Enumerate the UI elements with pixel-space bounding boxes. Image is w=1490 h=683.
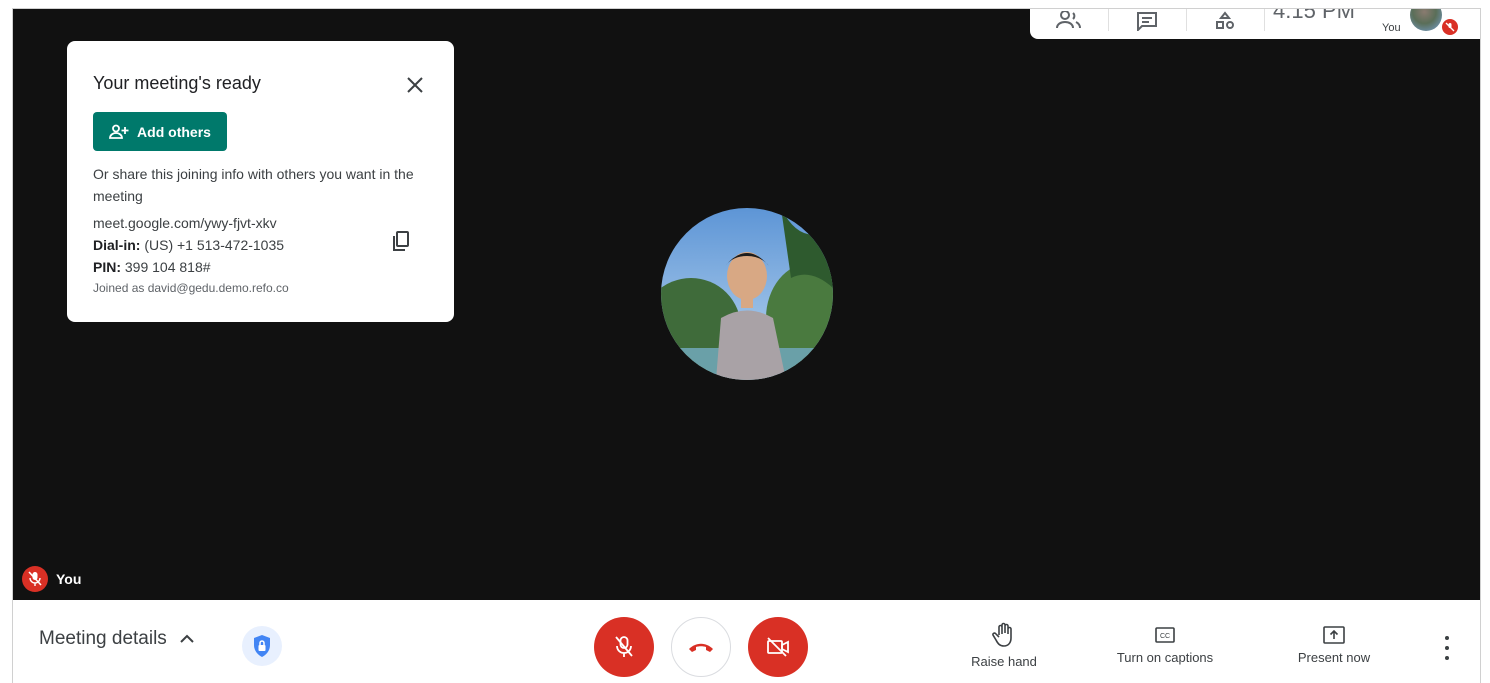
muted-indicator	[22, 566, 48, 592]
video-stage: 4:15 PM You Your meeting's ready Add oth…	[13, 9, 1480, 600]
activities-icon	[1216, 11, 1234, 29]
chat-icon	[1137, 12, 1157, 31]
dial-in-label: Dial-in:	[93, 237, 141, 253]
share-text: Or share this joining info with others y…	[93, 166, 414, 204]
more-vert-icon	[1445, 636, 1449, 640]
meeting-url[interactable]: meet.google.com/ywy-fjvt-xkv	[93, 215, 277, 231]
meeting-ready-card: Your meeting's ready Add others Or share…	[67, 41, 454, 322]
camera-toggle-button[interactable]	[748, 617, 808, 677]
people-icon	[1056, 11, 1081, 29]
card-title: Your meeting's ready	[93, 73, 261, 93]
raise-hand-button[interactable]: Raise hand	[963, 622, 1045, 669]
participant-name: You	[56, 571, 82, 587]
copy-joining-info-button[interactable]	[389, 229, 413, 253]
self-avatar	[1410, 9, 1442, 31]
self-muted-indicator	[1442, 19, 1458, 35]
camera-off-icon	[767, 637, 789, 657]
meet-window: 4:15 PM You Your meeting's ready Add oth…	[12, 8, 1481, 683]
add-others-button[interactable]: Add others	[93, 112, 227, 151]
top-bar: 4:15 PM You	[1030, 9, 1480, 39]
self-tile[interactable]: You	[1364, 9, 1460, 39]
participant-label: You	[22, 566, 81, 592]
clock-text: 4:15 PM	[1273, 9, 1355, 23]
copy-icon	[393, 231, 409, 251]
mic-off-icon	[28, 571, 42, 586]
more-options-button[interactable]	[1437, 636, 1457, 660]
participant-avatar	[661, 208, 833, 380]
pin-line: PIN: 399 104 818#	[93, 259, 211, 275]
shield-lock-icon	[254, 635, 270, 657]
captions-icon: CC	[1155, 627, 1175, 643]
chevron-up-icon	[180, 634, 194, 643]
meeting-details-label: Meeting details	[39, 628, 167, 649]
clock: 4:15 PM	[1264, 9, 1364, 39]
chat-button[interactable]	[1108, 9, 1186, 39]
leave-call-button[interactable]	[671, 617, 731, 677]
close-button[interactable]	[403, 73, 427, 97]
present-label: Present now	[1297, 650, 1371, 665]
dial-in-line: Dial-in: (US) +1 513-472-1035	[93, 237, 284, 253]
mic-off-icon	[1445, 22, 1455, 32]
captions-button[interactable]: CC Turn on captions	[1103, 626, 1227, 665]
meeting-details-button[interactable]: Meeting details	[39, 628, 195, 650]
present-icon	[1323, 626, 1345, 644]
mic-off-icon	[615, 636, 633, 657]
bottom-bar: Meeting details Raise hand CC Turn on ca…	[13, 600, 1480, 683]
add-person-icon	[109, 124, 129, 139]
add-others-label: Add others	[137, 123, 211, 140]
close-icon	[407, 77, 423, 93]
raise-hand-label: Raise hand	[971, 654, 1037, 669]
people-button[interactable]	[1030, 9, 1108, 39]
hand-icon	[992, 622, 1012, 647]
pin-label: PIN:	[93, 259, 121, 275]
hang-up-icon	[689, 643, 713, 652]
microphone-toggle-button[interactable]	[594, 617, 654, 677]
activities-button[interactable]	[1186, 9, 1264, 39]
self-label: You	[1382, 22, 1401, 34]
svg-text:CC: CC	[1160, 633, 1170, 640]
avatar-photo	[661, 208, 833, 380]
captions-label: Turn on captions	[1116, 650, 1214, 665]
pin-value: 399 104 818#	[124, 259, 211, 275]
dial-in-value: (US) +1 513-472-1035	[144, 237, 285, 253]
present-now-button[interactable]: Present now	[1289, 626, 1379, 665]
joined-as-text: Joined as david@gedu.demo.refo.co	[93, 281, 289, 295]
security-button[interactable]	[242, 626, 282, 666]
